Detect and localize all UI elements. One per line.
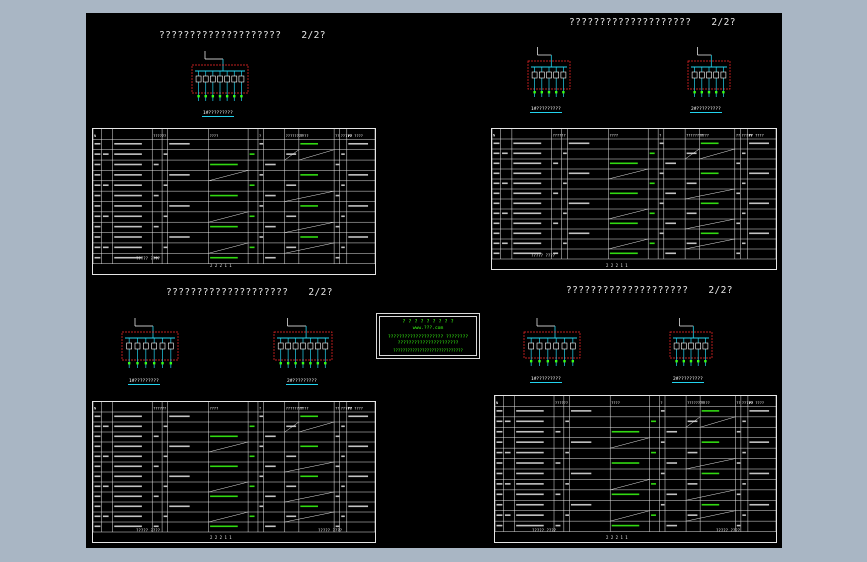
- equipment-table: N?????????????????????????????? P? ??????: [92, 401, 376, 543]
- table-footer-left: ????? ????: [531, 253, 556, 258]
- table-footer-pages: 2 2 2 1 1: [606, 263, 628, 268]
- sheet-title: ???????????????????? 2/2?: [166, 287, 333, 298]
- sheet-title: ???????????????????? 2/2?: [159, 30, 326, 41]
- svg-text:??: ??: [736, 401, 740, 405]
- equipment-table: N?????????????????????????????? P? ??????: [92, 128, 376, 275]
- svg-text:??????: ??????: [153, 407, 166, 411]
- table-footer-pages: 2 2 2 1 1: [210, 263, 232, 268]
- sheet-page-number: 2/2?: [301, 30, 326, 41]
- wiring-diagram: [120, 316, 180, 378]
- wiring-diagram: [686, 45, 732, 107]
- diagram-caption: 2#?????????: [690, 107, 722, 113]
- stamp-line-1: ? ? ? ? ? ? ? ? ?: [402, 319, 454, 325]
- sheet-title-text: ????????????????????: [569, 17, 692, 28]
- svg-text:????: ????: [609, 134, 618, 138]
- svg-text:N: N: [493, 134, 495, 138]
- table-footer-left: ????? ????: [136, 528, 161, 533]
- svg-text:??????: ??????: [553, 134, 566, 138]
- diagram-caption: 1#?????????: [530, 107, 562, 113]
- sheet-page-number: 2/2?: [708, 285, 733, 296]
- equipment-table: N?????????????????????????????? P? ??????: [494, 395, 777, 543]
- diagram-caption: 1#?????????: [128, 379, 160, 385]
- sheet-page-number: 2/2?: [711, 17, 736, 28]
- table-footer-right: ????? ????: [318, 528, 343, 533]
- wiring-diagram: [272, 316, 334, 378]
- sheet-title-text: ????????????????????: [566, 285, 689, 296]
- svg-text:?: ?: [259, 407, 261, 411]
- wiring-diagram: [526, 45, 572, 107]
- diagram-caption: 1#?????????: [202, 111, 234, 117]
- sheet-title: ???????????????????? 2/2?: [566, 285, 733, 296]
- svg-text:?: ?: [659, 134, 661, 138]
- diagram-caption: 2#?????????: [672, 377, 704, 383]
- svg-text:??: ??: [335, 407, 339, 411]
- stamp-line-3: ???????????????????? ????????: [387, 335, 469, 340]
- svg-text:????: ????: [300, 407, 309, 411]
- svg-text:??: ??: [348, 134, 352, 138]
- svg-text:????: ????: [611, 401, 620, 405]
- svg-text:??: ??: [736, 134, 740, 138]
- svg-text:??: ??: [749, 134, 753, 138]
- svg-text:?: ?: [259, 134, 261, 138]
- table-footer-right: ????? ????: [716, 528, 741, 533]
- sheet-title-text: ????????????????????: [166, 287, 289, 298]
- svg-text:N: N: [94, 134, 96, 138]
- svg-text:????: ????: [300, 134, 309, 138]
- sheet-title: ???????????????????? 2/2?: [569, 17, 736, 28]
- svg-text:??: ??: [348, 407, 352, 411]
- svg-text:??????: ??????: [153, 134, 166, 138]
- title-stamp: ? ? ? ? ? ? ? ? ? www.???.com ??????????…: [376, 313, 480, 359]
- equipment-table: N?????????????????????????????? P? ??????: [491, 128, 777, 270]
- table-footer-pages: 2 2 2 1 1: [210, 535, 232, 540]
- table-footer-left: ????? ????: [532, 528, 557, 533]
- stamp-line-2: www.???.com: [412, 326, 444, 331]
- stamp-line-5: ?????????????????????????????: [393, 348, 463, 353]
- table-footer-pages: 2 2 2 1 1: [606, 535, 628, 540]
- wiring-diagram: [190, 49, 250, 111]
- sheet-page-number: 2/2?: [308, 287, 333, 298]
- stamp-line-4: ??????????????????????: [397, 341, 459, 346]
- table-footer-left: ????? ????: [136, 256, 161, 261]
- diagram-caption: 1#?????????: [530, 377, 562, 383]
- svg-text:?: ?: [660, 401, 662, 405]
- svg-text:????: ????: [700, 134, 709, 138]
- drawing-canvas[interactable]: ???????????????????? 2/2? 1#????????? N??…: [86, 13, 782, 548]
- svg-text:??: ??: [335, 134, 339, 138]
- sheet-title-text: ????????????????????: [159, 30, 282, 41]
- svg-text:??????: ??????: [555, 401, 568, 405]
- svg-text:??: ??: [749, 401, 753, 405]
- svg-text:????: ????: [210, 407, 219, 411]
- svg-text:????: ????: [210, 134, 219, 138]
- svg-text:????: ????: [701, 401, 710, 405]
- svg-text:N: N: [94, 407, 96, 411]
- wiring-diagram: [668, 316, 714, 376]
- svg-text:N: N: [496, 401, 498, 405]
- wiring-diagram: [522, 316, 582, 376]
- diagram-caption: 2#?????????: [286, 379, 318, 385]
